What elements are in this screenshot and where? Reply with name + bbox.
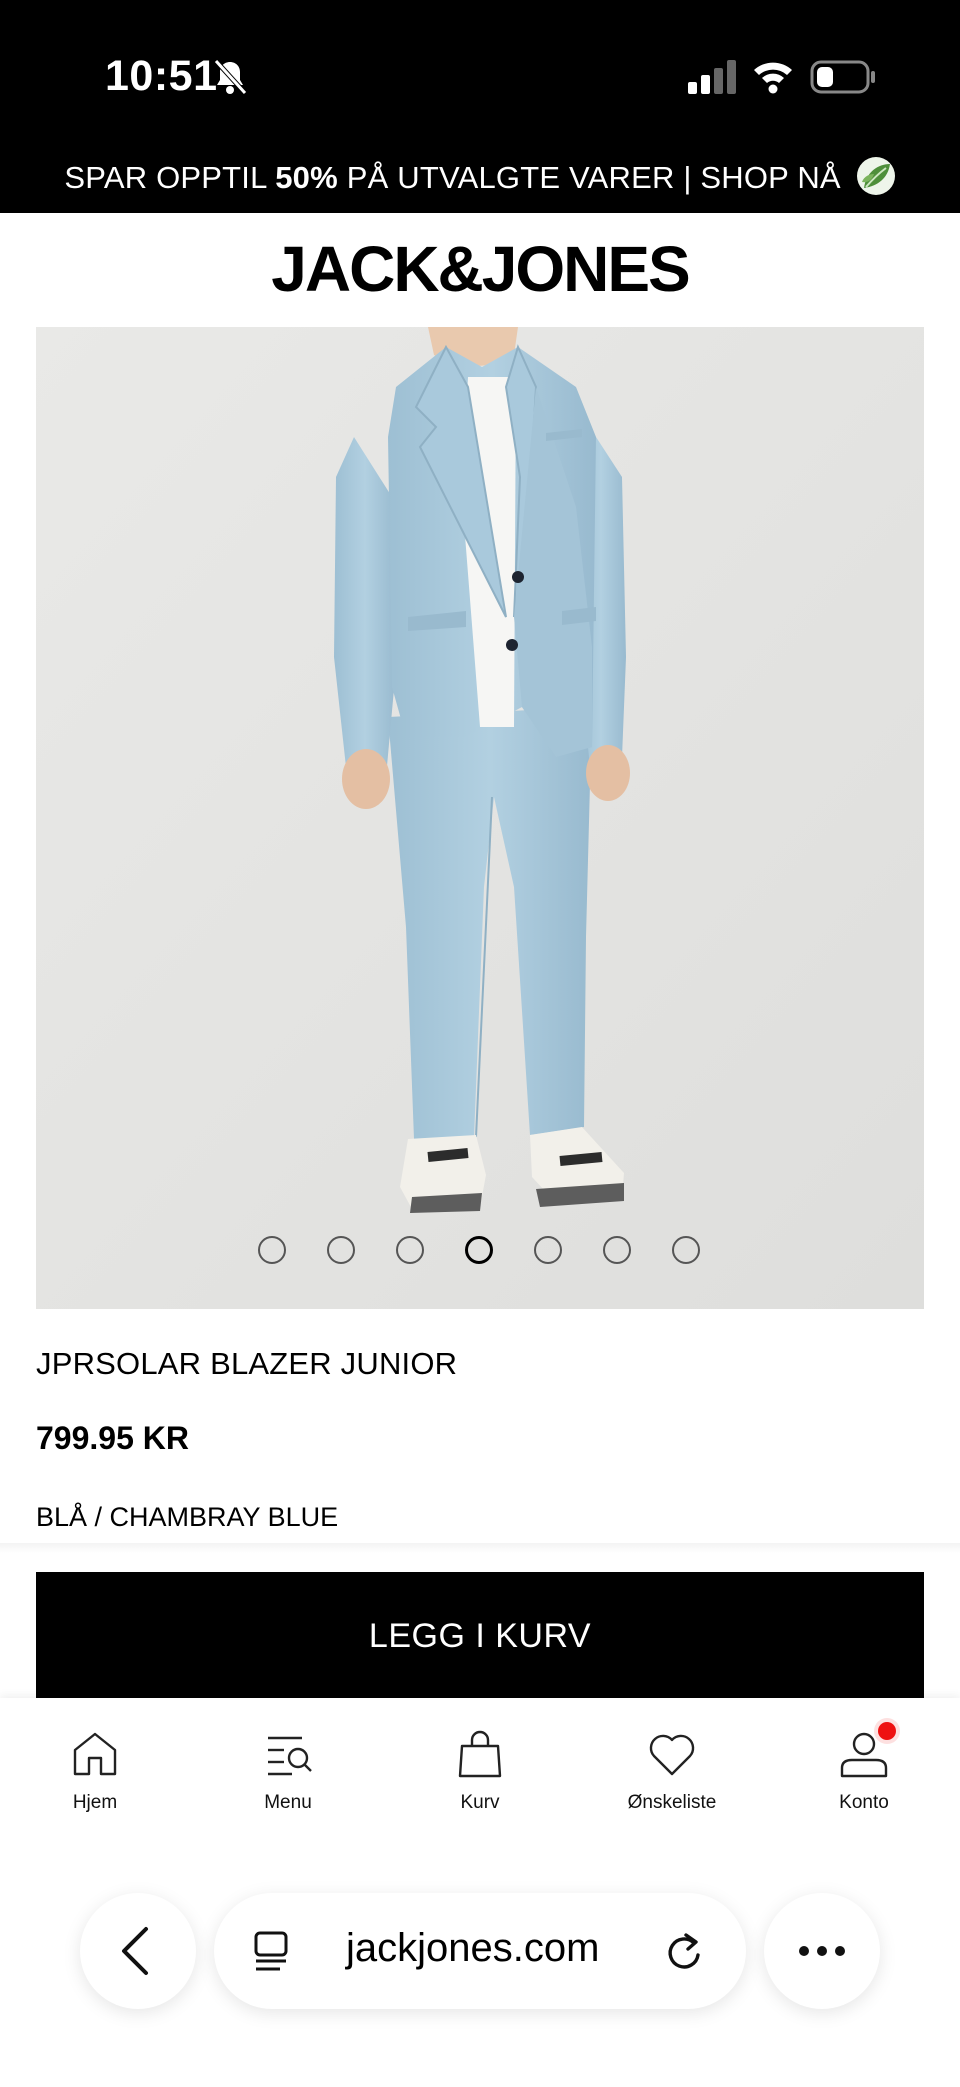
heart-icon <box>649 1734 695 1776</box>
page-menu-icon <box>254 1931 288 1971</box>
carousel-dot[interactable] <box>327 1236 355 1264</box>
bottom-navigation: Hjem Menu Kurv Ønskeliste Konto <box>0 1698 960 1838</box>
promo-highlight: 50% <box>275 160 338 195</box>
promo-suffix: PÅ UTVALGTE VARER | SHOP NÅ <box>337 160 841 195</box>
divider <box>0 1543 960 1553</box>
nav-item-account[interactable]: Konto <box>789 1722 939 1814</box>
menu-search-icon <box>268 1736 312 1776</box>
carousel-pagination <box>36 1230 924 1266</box>
silent-bell-icon <box>214 59 247 95</box>
product-photo <box>36 327 924 1309</box>
product-color[interactable]: BLÅ / CHAMBRAY BLUE <box>36 1502 338 1533</box>
home-icon <box>73 1732 117 1776</box>
status-bar: 10:51 <box>0 0 960 150</box>
nav-label-account: Konto <box>839 1792 889 1813</box>
product-image-carousel[interactable] <box>36 327 924 1309</box>
browser-toolbar: jackjones.com <box>0 1838 960 2087</box>
browser-back-button[interactable] <box>80 1893 196 2009</box>
wifi-icon <box>754 62 792 94</box>
cellular-signal-icon <box>688 60 736 94</box>
leaf-icon <box>856 157 895 195</box>
add-to-cart-button[interactable]: LEGG I KURV <box>36 1572 924 1700</box>
nav-item-menu[interactable]: Menu <box>213 1728 363 1814</box>
address-bar[interactable]: jackjones.com <box>214 1893 746 2009</box>
promo-banner[interactable]: SPAR OPPTIL 50% PÅ UTVALGTE VARER | SHOP… <box>0 150 960 213</box>
more-icon <box>799 1946 845 1956</box>
nav-item-wishlist[interactable]: Ønskeliste <box>597 1728 747 1814</box>
status-time: 10:51 <box>105 52 218 100</box>
nav-item-cart[interactable]: Kurv <box>405 1728 555 1814</box>
nav-label-menu: Menu <box>264 1792 312 1813</box>
product-price: 799.95 KR <box>36 1420 189 1456</box>
bag-icon <box>458 1730 502 1778</box>
nav-label-wishlist: Ønskeliste <box>627 1792 717 1813</box>
carousel-dot[interactable] <box>672 1236 700 1264</box>
product-name: JPRSOLAR BLAZER JUNIOR <box>36 1346 458 1381</box>
brand-logo[interactable]: JACK&JONES <box>0 232 960 306</box>
carousel-dot[interactable] <box>534 1236 562 1264</box>
nav-item-home[interactable]: Hjem <box>20 1728 170 1814</box>
chevron-left-icon <box>122 1927 148 1975</box>
carousel-dot-active[interactable] <box>465 1236 493 1264</box>
carousel-dot[interactable] <box>396 1236 424 1264</box>
battery-icon <box>810 60 875 94</box>
browser-more-button[interactable] <box>764 1893 880 2009</box>
promo-prefix: SPAR OPPTIL <box>64 160 276 195</box>
notification-dot <box>878 1722 896 1740</box>
url-text: jackjones.com <box>346 1926 600 1970</box>
reload-icon[interactable] <box>662 1929 706 1973</box>
nav-label-home: Hjem <box>72 1792 118 1813</box>
nav-label-cart: Kurv <box>460 1792 500 1813</box>
carousel-dot[interactable] <box>603 1236 631 1264</box>
carousel-dot[interactable] <box>258 1236 286 1264</box>
